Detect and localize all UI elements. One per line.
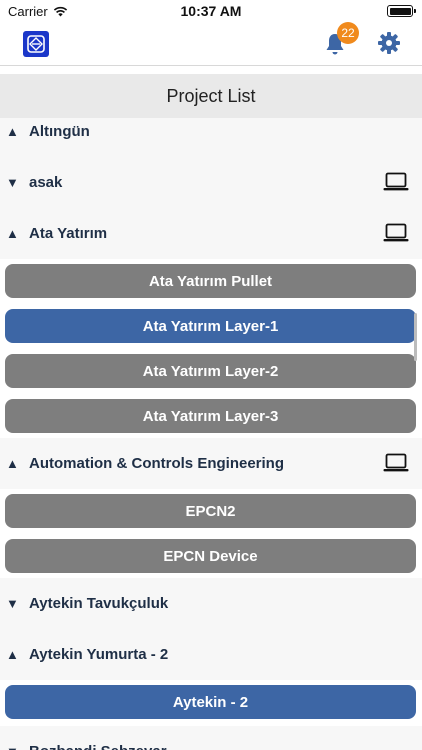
battery-icon xyxy=(387,5,416,17)
clock: 10:37 AM xyxy=(180,3,242,19)
group-name: Aytekin Yumurta - 2 xyxy=(29,646,169,663)
caret-up-icon: ▲ xyxy=(6,647,19,662)
caret-up-icon: ▲ xyxy=(6,124,19,139)
group-header-aytekin-yumurta-2[interactable]: ▲ Aytekin Yumurta - 2 xyxy=(0,629,422,680)
nav-bar: 22 xyxy=(0,22,422,66)
project-list[interactable]: ▲ Altıngün ▼ asak ▲ Ata Yatırım Ata Yatı… xyxy=(0,118,422,750)
group-header-automation-controls[interactable]: ▲ Automation & Controls Engineering xyxy=(0,438,422,489)
group-name: Ata Yatırım xyxy=(29,225,108,242)
group-header-altingun[interactable]: ▲ Altıngün xyxy=(0,118,422,157)
caret-down-icon: ▼ xyxy=(6,596,19,611)
group-name: Aytekin Tavukçuluk xyxy=(29,595,169,612)
items-container: Aytekin - 2 xyxy=(0,680,422,726)
gear-icon[interactable] xyxy=(377,31,401,55)
group-name: Automation & Controls Engineering xyxy=(29,455,284,472)
group-name: asak xyxy=(29,174,63,191)
notification-badge[interactable]: 22 xyxy=(337,22,359,44)
project-item[interactable]: Ata Yatırım Layer-2 xyxy=(5,354,416,388)
group-name: Bozbandi Sebzevar xyxy=(29,726,167,750)
group-header-ata-yatirim[interactable]: ▲ Ata Yatırım xyxy=(0,208,422,259)
project-item-selected[interactable]: Aytekin - 2 xyxy=(5,685,416,719)
page-title: Project List xyxy=(0,74,422,118)
app-logo-icon[interactable] xyxy=(23,31,49,57)
scrollbar[interactable] xyxy=(414,313,417,361)
project-item-selected[interactable]: Ata Yatırım Layer-1 xyxy=(5,309,416,343)
group-header-bozbandi-sebzevar[interactable]: ▼ Bozbandi Sebzevar xyxy=(0,726,422,750)
project-item[interactable]: Ata Yatırım Pullet xyxy=(5,264,416,298)
caret-down-icon: ▼ xyxy=(6,726,19,750)
project-item[interactable]: EPCN2 xyxy=(5,494,416,528)
group-header-aytekin-tavukculuk[interactable]: ▼ Aytekin Tavukçuluk xyxy=(0,578,422,629)
caret-down-icon: ▼ xyxy=(6,175,19,190)
laptop-icon[interactable] xyxy=(383,452,409,474)
laptop-icon[interactable] xyxy=(383,171,409,193)
group-name: Altıngün xyxy=(29,123,90,140)
group-header-asak[interactable]: ▼ asak xyxy=(0,157,422,208)
caret-up-icon: ▲ xyxy=(6,456,19,471)
items-container: Ata Yatırım Pullet Ata Yatırım Layer-1 A… xyxy=(0,259,422,439)
laptop-icon[interactable] xyxy=(383,222,409,244)
items-container: EPCN2 EPCN Device xyxy=(0,489,422,579)
status-bar: Carrier 10:37 AM xyxy=(0,0,422,22)
project-item[interactable]: Ata Yatırım Layer-3 xyxy=(5,399,416,433)
project-item[interactable]: EPCN Device xyxy=(5,539,416,573)
caret-up-icon: ▲ xyxy=(6,226,19,241)
